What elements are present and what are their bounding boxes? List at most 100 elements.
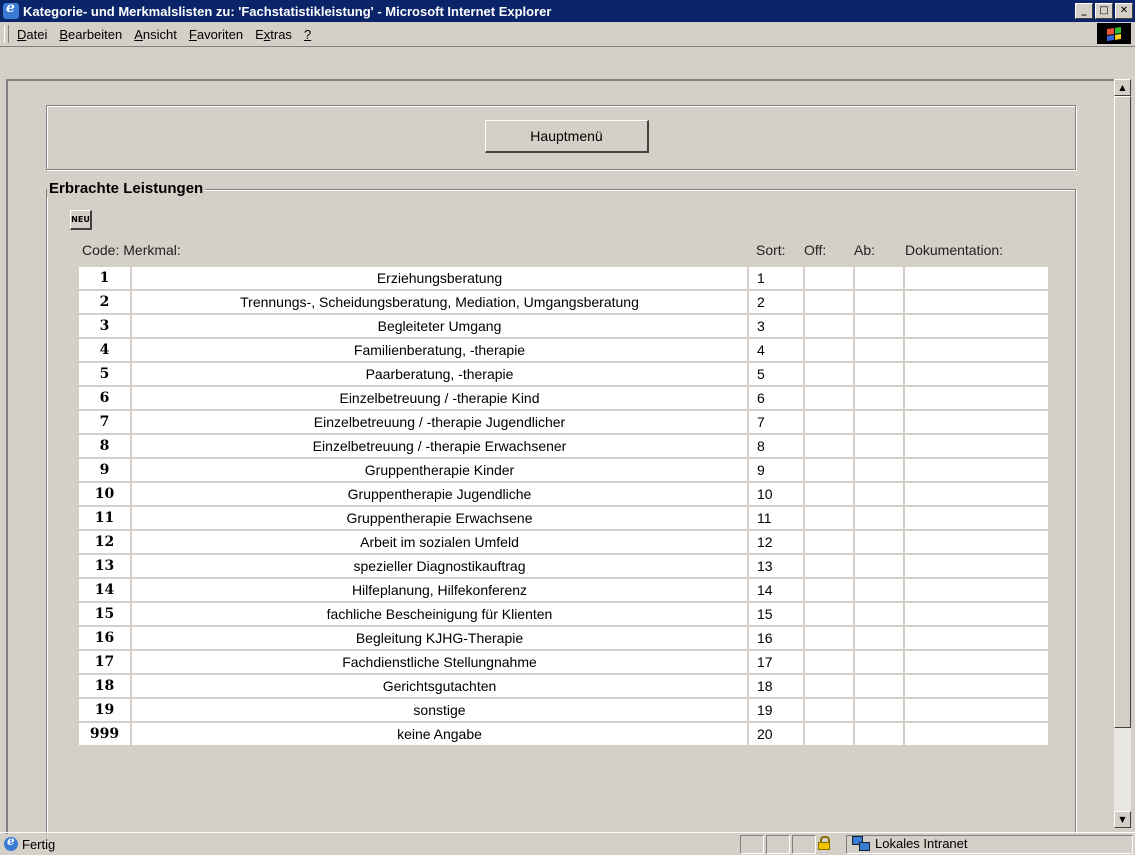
maximize-icon[interactable]: □	[1095, 3, 1113, 19]
code-cell[interactable]: 15	[79, 603, 130, 625]
table-row[interactable]: 4 Familienberatung, -therapie 4	[79, 339, 1048, 361]
table-row[interactable]: 9 Gruppentherapie Kinder 9	[79, 459, 1048, 481]
name-cell[interactable]: Trennungs-, Scheidungsberatung, Mediatio…	[132, 291, 747, 313]
code-cell[interactable]: 3	[79, 315, 130, 337]
sort-cell: 18	[749, 675, 803, 697]
table-row[interactable]: 15 fachliche Bescheinigung für Klienten 15	[79, 603, 1048, 625]
table-row[interactable]: 1 Erziehungsberatung 1	[79, 267, 1048, 289]
name-cell[interactable]: Hilfeplanung, Hilfekonferenz	[132, 579, 747, 601]
name-cell[interactable]: Erziehungsberatung	[132, 267, 747, 289]
sort-cell: 4	[749, 339, 803, 361]
sort-cell: 12	[749, 531, 803, 553]
table-row[interactable]: 6 Einzelbetreuung / -therapie Kind 6	[79, 387, 1048, 409]
table-row[interactable]: 12 Arbeit im sozialen Umfeld 12	[79, 531, 1048, 553]
scroll-up-icon[interactable]: ▲	[1114, 79, 1131, 96]
scroll-down-icon[interactable]: ▼	[1114, 811, 1131, 828]
menu-item[interactable]: Favoriten	[189, 27, 243, 42]
off-cell	[805, 315, 853, 337]
off-cell	[805, 387, 853, 409]
doc-cell	[905, 531, 1048, 553]
code-cell[interactable]: 12	[79, 531, 130, 553]
table-row[interactable]: 11 Gruppentherapie Erwachsene 11	[79, 507, 1048, 529]
ab-cell	[855, 507, 903, 529]
code-cell[interactable]: 18	[79, 675, 130, 697]
sort-cell: 19	[749, 699, 803, 721]
menu-item[interactable]: Ansicht	[134, 27, 177, 42]
table-row[interactable]: 19 sonstige 19	[79, 699, 1048, 721]
code-cell[interactable]: 9	[79, 459, 130, 481]
table-row[interactable]: 14 Hilfeplanung, Hilfekonferenz 14	[79, 579, 1048, 601]
vertical-scrollbar[interactable]: ▲ ▼	[1114, 79, 1131, 828]
off-cell	[805, 723, 853, 745]
name-cell[interactable]: keine Angabe	[132, 723, 747, 745]
table-row[interactable]: 16 Begleitung KJHG-Therapie 16	[79, 627, 1048, 649]
off-cell	[805, 435, 853, 457]
windows-logo-icon	[1097, 23, 1131, 44]
code-cell[interactable]: 999	[79, 723, 130, 745]
name-cell[interactable]: Gruppentherapie Kinder	[132, 459, 747, 481]
scroll-thumb[interactable]	[1114, 96, 1131, 728]
ie-icon[interactable]	[3, 0, 19, 19]
code-cell[interactable]: 8	[79, 435, 130, 457]
ab-cell	[855, 627, 903, 649]
ab-cell	[855, 411, 903, 433]
table-row[interactable]: 17 Fachdienstliche Stellungnahme 17	[79, 651, 1048, 673]
name-cell[interactable]: Begleiteter Umgang	[132, 315, 747, 337]
code-cell[interactable]: 17	[79, 651, 130, 673]
code-cell[interactable]: 5	[79, 363, 130, 385]
name-cell[interactable]: fachliche Bescheinigung für Klienten	[132, 603, 747, 625]
code-cell[interactable]: 19	[79, 699, 130, 721]
code-cell[interactable]: 4	[79, 339, 130, 361]
table-row[interactable]: 999 keine Angabe 20	[79, 723, 1048, 745]
table-row[interactable]: 5 Paarberatung, -therapie 5	[79, 363, 1048, 385]
name-cell[interactable]: sonstige	[132, 699, 747, 721]
ab-cell	[855, 435, 903, 457]
name-cell[interactable]: Fachdienstliche Stellungnahme	[132, 651, 747, 673]
table-row[interactable]: 7 Einzelbetreuung / -therapie Jugendliche…	[79, 411, 1048, 433]
name-cell[interactable]: Begleitung KJHG-Therapie	[132, 627, 747, 649]
table-row[interactable]: 8 Einzelbetreuung / -therapie Erwachsener…	[79, 435, 1048, 457]
table-row[interactable]: 3 Begleiteter Umgang 3	[79, 315, 1048, 337]
table-row[interactable]: 18 Gerichtsgutachten 18	[79, 675, 1048, 697]
name-cell[interactable]: Gruppentherapie Erwachsene	[132, 507, 747, 529]
name-cell[interactable]: Paarberatung, -therapie	[132, 363, 747, 385]
sort-cell: 7	[749, 411, 803, 433]
ab-cell	[855, 483, 903, 505]
col-ab: Ab:	[854, 242, 876, 258]
minimize-icon[interactable]: _	[1075, 3, 1093, 19]
code-cell[interactable]: 6	[79, 387, 130, 409]
code-cell[interactable]: 11	[79, 507, 130, 529]
col-code-name: Code: Merkmal:	[82, 242, 181, 258]
toolbar-grip[interactable]	[4, 25, 9, 43]
table-row[interactable]: 13 spezieller Diagnostikauftrag 13	[79, 555, 1048, 577]
name-cell[interactable]: Arbeit im sozialen Umfeld	[132, 531, 747, 553]
menu-item[interactable]: Bearbeiten	[59, 27, 122, 42]
name-cell[interactable]: Einzelbetreuung / -therapie Erwachsener	[132, 435, 747, 457]
doc-cell	[905, 507, 1048, 529]
name-cell[interactable]: Gerichtsgutachten	[132, 675, 747, 697]
main-menu-button[interactable]: Hauptmenü	[485, 120, 649, 153]
name-cell[interactable]: Gruppentherapie Jugendliche	[132, 483, 747, 505]
table-row[interactable]: 10 Gruppentherapie Jugendliche 10	[79, 483, 1048, 505]
menu-item[interactable]: Extras	[255, 27, 292, 42]
ab-cell	[855, 603, 903, 625]
code-cell[interactable]: 2	[79, 291, 130, 313]
doc-cell	[905, 651, 1048, 673]
name-cell[interactable]: Einzelbetreuung / -therapie Kind	[132, 387, 747, 409]
code-cell[interactable]: 7	[79, 411, 130, 433]
code-cell[interactable]: 14	[79, 579, 130, 601]
close-icon[interactable]: ✕	[1115, 3, 1133, 19]
menu-item[interactable]: Datei	[17, 27, 47, 42]
new-button[interactable]: NEU	[70, 210, 92, 230]
name-cell[interactable]: spezieller Diagnostikauftrag	[132, 555, 747, 577]
sort-cell: 14	[749, 579, 803, 601]
off-cell	[805, 555, 853, 577]
table-row[interactable]: 2 Trennungs-, Scheidungsberatung, Mediati…	[79, 291, 1048, 313]
code-cell[interactable]: 16	[79, 627, 130, 649]
code-cell[interactable]: 1	[79, 267, 130, 289]
menu-item[interactable]: ?	[304, 27, 311, 42]
name-cell[interactable]: Familienberatung, -therapie	[132, 339, 747, 361]
name-cell[interactable]: Einzelbetreuung / -therapie Jugendlicher	[132, 411, 747, 433]
code-cell[interactable]: 13	[79, 555, 130, 577]
code-cell[interactable]: 10	[79, 483, 130, 505]
